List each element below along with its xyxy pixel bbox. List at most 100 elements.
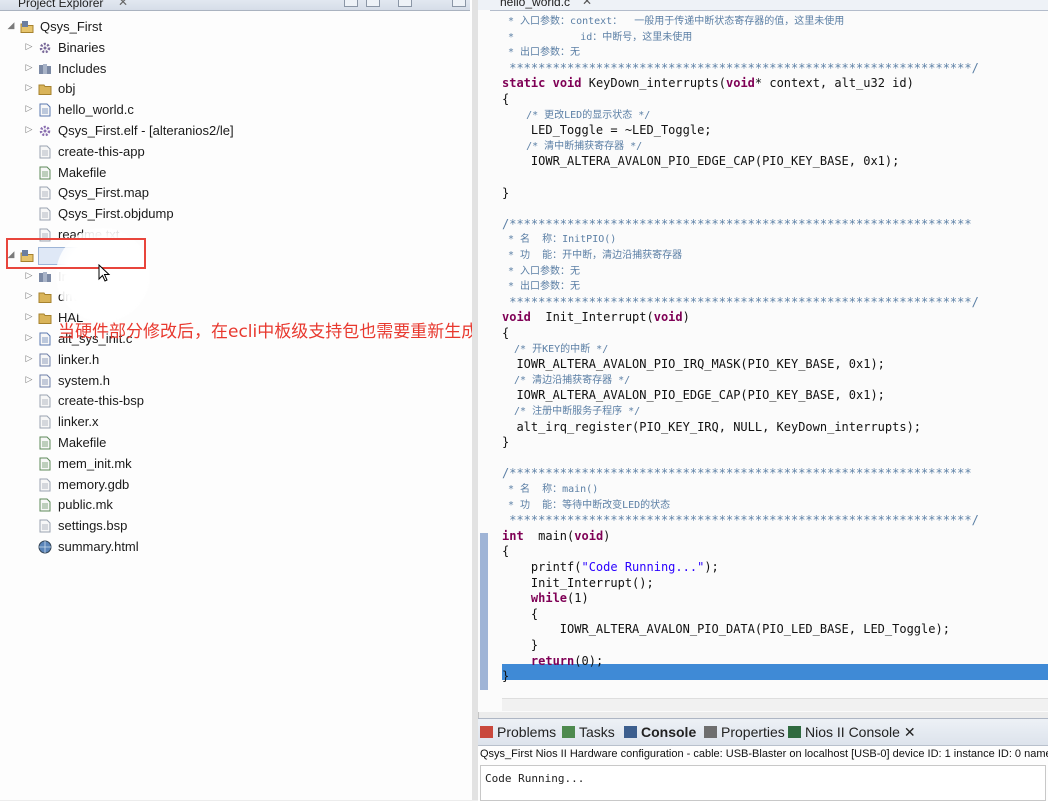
project-explorer-tab[interactable]: Project Explorer ✕ (0, 0, 470, 11)
tree-item-label: linker.x (58, 414, 99, 430)
project-explorer: Project Explorer ✕ ◢ Qsys_First ▷ Binaries ▷… (0, 0, 473, 800)
code-line: /* 注册中断服务子程序 */ (502, 406, 641, 417)
console-icon (624, 726, 637, 738)
elf-icon (38, 124, 52, 138)
collapse-arrow-icon[interactable]: ▷ (24, 290, 34, 301)
code-line: } (502, 185, 510, 200)
problems-icon (480, 726, 493, 738)
code-line: { (502, 92, 510, 106)
console-status: Qsys_First Nios II Hardware configuratio… (480, 748, 1048, 760)
tree-item-label: settings.bsp (58, 518, 128, 534)
tree-item[interactable]: create-this-bsp (0, 391, 470, 411)
file-icon (38, 519, 52, 533)
folder-icon (38, 311, 52, 325)
minimize-icon[interactable] (452, 0, 466, 7)
close-icon[interactable]: ✕ (118, 0, 128, 9)
code-line: * 入口参数：context： 一般用于传递中断状态寄存器的值，这里未使用 (502, 16, 845, 27)
makefile-icon (38, 436, 52, 450)
code-line: * 功 能：等待中断改变LED的状态 (502, 499, 671, 511)
makefile-icon (38, 498, 52, 512)
makefile-icon (38, 166, 52, 180)
tree-item[interactable]: settings.bsp (0, 516, 470, 536)
tab-properties[interactable]: Properties (704, 724, 785, 740)
code-line: IOWR_ALTERA_AVALON_PIO_EDGE_CAP(PIO_KEY_… (502, 154, 900, 169)
tree-item[interactable]: ▷ system.h (0, 371, 470, 391)
console-output-area[interactable]: Code Running... (480, 765, 1046, 801)
folder-icon (38, 82, 52, 96)
editor-gutter (478, 10, 490, 712)
code-line: { (502, 326, 510, 340)
tab-label: Nios II Console (805, 724, 900, 740)
code-line: * 入口参数：无 (502, 265, 581, 277)
code-line: LED_Toggle = ~LED_Toggle; (502, 123, 712, 138)
tree-item[interactable]: ▷ obj (0, 79, 470, 99)
collapse-arrow-icon[interactable]: ▷ (24, 270, 34, 281)
tree-item-label: Binaries (58, 39, 105, 55)
collapse-arrow-icon[interactable]: ▷ (24, 353, 34, 364)
tree-item[interactable]: Qsys_First.objdump (0, 204, 470, 224)
tree-item[interactable]: ▷ Binaries (0, 38, 470, 58)
code-line: * 名 称：main() (502, 484, 599, 495)
close-tab-icon[interactable]: ✕ (582, 0, 592, 8)
code-line: * 名 称：InitPIO() (502, 234, 617, 246)
tree-item-label: create-this-bsp (58, 393, 144, 409)
makefile-icon (38, 457, 52, 471)
tab-tasks[interactable]: Tasks (562, 724, 615, 740)
code-line: Init_Interrupt(); (502, 575, 654, 590)
tree-item[interactable]: linker.x (0, 412, 470, 432)
code-line: IOWR_ALTERA_AVALON_PIO_DATA(PIO_LED_BASE… (502, 622, 950, 637)
collapse-all-icon[interactable] (344, 0, 358, 7)
tree-item[interactable]: summary.html (0, 537, 470, 557)
tree-item[interactable]: Qsys_First.map (0, 183, 470, 203)
tree-item[interactable]: create-this-app (0, 142, 470, 162)
tree-item[interactable]: ▷ hello_world.c (0, 100, 470, 120)
tab-label: Problems (497, 724, 557, 740)
tree-item[interactable]: ◢ Qsys_First (0, 17, 470, 37)
tree-item[interactable]: mem_init.mk (0, 454, 470, 474)
tab-label: Tasks (579, 724, 615, 740)
tree-item[interactable]: ▷ Includes (0, 59, 470, 79)
c-file-icon (38, 332, 52, 346)
tab-nios-ii-console[interactable]: Nios II Console ✕ (788, 724, 916, 741)
link-editor-icon[interactable] (366, 0, 380, 7)
collapse-arrow-icon[interactable]: ▷ (24, 41, 34, 52)
editor-tab[interactable]: hello_world.c ✕ (478, 0, 1048, 11)
code-line: return(0); (530, 653, 604, 668)
collapse-arrow-icon[interactable]: ▷ (24, 374, 34, 385)
collapse-arrow-icon[interactable]: ▷ (24, 103, 34, 114)
tree-item-label: create-this-app (58, 143, 145, 159)
code-line: * 功 能：开中断，清边沿捕获寄存器 (502, 250, 683, 261)
collapse-arrow-icon[interactable]: ▷ (24, 62, 34, 73)
code-line: /* 清中断捕获寄存器 */ (502, 140, 643, 152)
tree-item[interactable]: memory.gdb (0, 475, 470, 495)
tree-item[interactable]: Makefile (0, 163, 470, 183)
tree-item[interactable]: ▷ Qsys_First.elf - [alteranios2/le] (0, 121, 470, 141)
code-line: /* 开KEY的中断 */ (502, 343, 609, 355)
tree-item[interactable]: public.mk (0, 495, 470, 515)
expand-arrow-icon[interactable]: ◢ (6, 20, 16, 31)
collapse-arrow-icon[interactable]: ▷ (24, 82, 34, 93)
collapse-arrow-icon[interactable]: ▷ (24, 332, 34, 343)
tab-label: Properties (721, 724, 785, 740)
tree-item-label: summary.html (58, 539, 139, 554)
tree-item-label: Includes (58, 60, 107, 76)
code-editor[interactable]: hello_world.c ✕ * 入口参数：context： 一般用于传递中断… (478, 0, 1048, 712)
code-line: } (502, 638, 539, 652)
code-line: * 出口参数：无 (502, 47, 581, 59)
code-line: ****************************************… (502, 294, 979, 309)
tab-console[interactable]: Console (624, 724, 696, 740)
close-tab-icon[interactable]: ✕ (900, 724, 916, 740)
horizontal-scrollbar[interactable] (502, 698, 1048, 711)
tree-item[interactable]: Makefile (0, 433, 470, 453)
code-line: printf("Code Running..."); (502, 560, 719, 574)
nios-console-icon (788, 726, 801, 738)
h-file-icon (38, 374, 52, 388)
properties-icon (704, 726, 717, 738)
tree-item[interactable]: ▷ linker.h (0, 350, 470, 370)
tab-problems[interactable]: Problems (480, 724, 556, 740)
collapse-arrow-icon[interactable]: ▷ (24, 311, 34, 322)
view-menu-icon[interactable] (398, 0, 412, 7)
code-line: ****************************************… (502, 513, 979, 528)
globe-icon (38, 540, 52, 554)
collapse-arrow-icon[interactable]: ▷ (24, 124, 34, 135)
